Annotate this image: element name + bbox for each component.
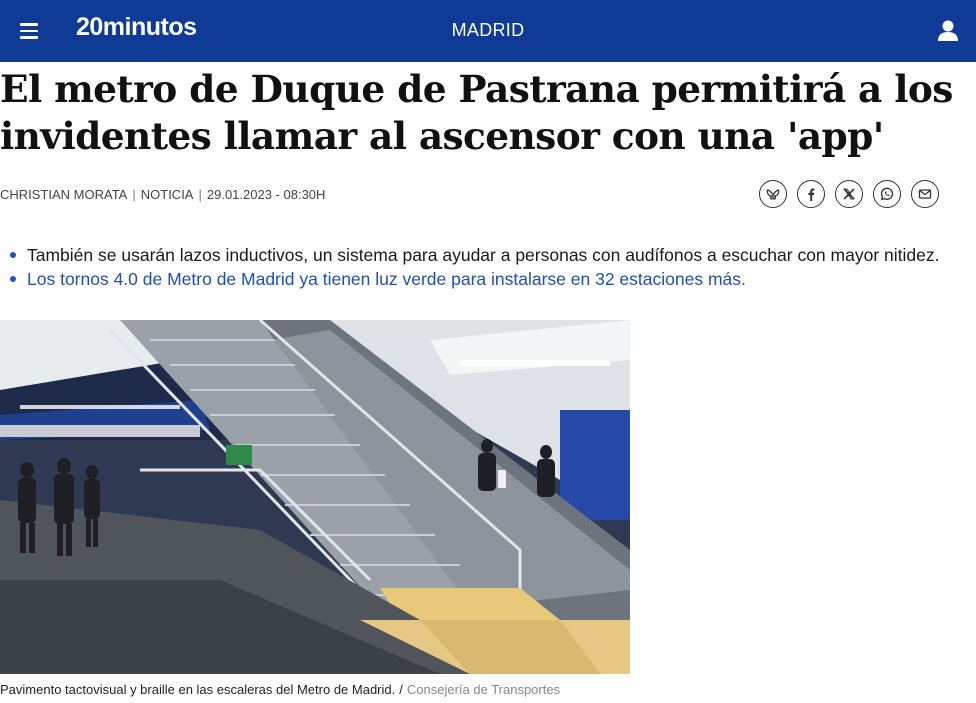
byline-separator: | [198,187,202,202]
photo-credit: Consejería de Transportes [406,682,561,697]
related-article-link[interactable]: Los tornos 4.0 de Metro de Madrid ya tie… [27,269,746,289]
site-logo[interactable]: 20minutos [76,13,197,42]
summary-item: Los tornos 4.0 de Metro de Madrid ya tie… [8,267,939,291]
summary-item: También se usarán lazos inductivos, un s… [8,243,939,267]
bluesky-icon[interactable] [759,180,787,208]
x-icon[interactable] [835,180,863,208]
whatsapp-icon[interactable] [873,180,901,208]
author-link[interactable]: CHRISTIAN MORATA [0,187,127,202]
article-type: NOTICIA [140,187,194,202]
photo-caption: Pavimento tactovisual y braille en las e… [0,682,560,697]
facebook-icon[interactable] [797,180,825,208]
article-photo[interactable] [0,320,630,674]
caption-separator: / [399,682,403,697]
article-summary: También se usarán lazos inductivos, un s… [8,243,939,291]
user-icon[interactable] [934,17,962,45]
email-icon[interactable] [911,180,939,208]
article-datetime: 29.01.2023 - 08:30H [206,187,326,202]
share-bar [759,180,939,208]
top-bar: 20minutos MADRID [0,0,976,62]
hamburger-menu-icon[interactable] [14,16,44,46]
article-headline: El metro de Duque de Pastrana permitirá … [0,67,953,158]
byline-separator: | [132,187,136,202]
byline: CHRISTIAN MORATA | NOTICIA | 29.01.2023 - 08… [0,187,325,202]
caption-text: Pavimento tactovisual y braille en las e… [0,682,396,697]
section-link[interactable]: MADRID [452,20,525,40]
summary-text: También se usarán lazos inductivos, un s… [27,245,940,265]
